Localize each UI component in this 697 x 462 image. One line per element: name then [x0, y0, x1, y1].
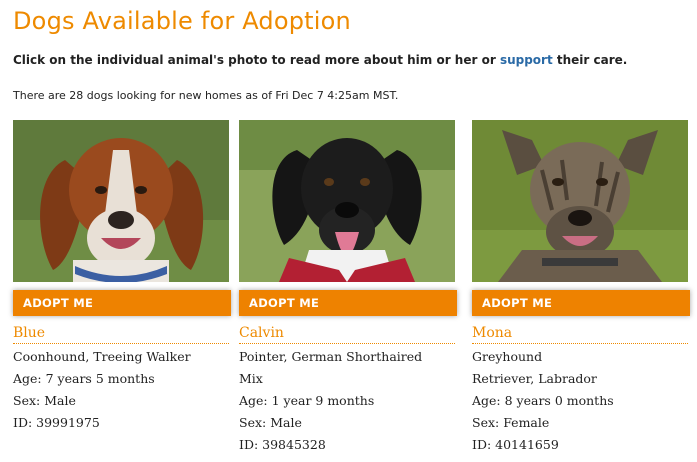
- dog-sex: Sex: Male: [239, 415, 302, 430]
- dog-name-link[interactable]: Calvin: [239, 325, 455, 344]
- dog-age: Age: 1 year 9 months: [239, 393, 375, 408]
- dog-sex: Sex: Male: [13, 393, 76, 408]
- dog-photo-blue[interactable]: [13, 120, 229, 282]
- dog-breed: Coonhound, Treeing Walker: [13, 349, 191, 364]
- dog-eye-left: [95, 186, 107, 194]
- dog-details: Pointer, German Shorthaired Mix Age: 1 y…: [239, 346, 457, 456]
- dog-name-link[interactable]: Blue: [13, 325, 229, 344]
- dog-eye-left: [552, 178, 564, 186]
- dog-collar: [542, 258, 618, 266]
- intro-text-after: their care.: [552, 53, 628, 67]
- dog-nose: [108, 211, 134, 229]
- dog-age: Age: 7 years 5 months: [13, 371, 155, 386]
- intro-text-before: Click on the individual animal's photo t…: [13, 53, 500, 67]
- dog-id: ID: 40141659: [472, 437, 559, 452]
- dog-breed: Pointer, German Shorthaired: [239, 349, 423, 364]
- dog-age: Age: 8 years 0 months: [472, 393, 614, 408]
- intro-text: Click on the individual animal's photo t…: [13, 53, 627, 67]
- dog-card-blue: ADOPT ME Blue Coonhound, Treeing Walker …: [13, 120, 231, 434]
- dog-eye-right: [596, 178, 608, 186]
- dog-eye-left: [324, 178, 334, 186]
- page-title: Dogs Available for Adoption: [13, 7, 351, 35]
- adopt-me-button[interactable]: ADOPT ME: [472, 290, 690, 316]
- dog-eye-right: [135, 186, 147, 194]
- dog-sex: Sex: Female: [472, 415, 550, 430]
- dog-card-calvin: ADOPT ME Calvin Pointer, German Shorthai…: [239, 120, 457, 456]
- dog-eye-right: [360, 178, 370, 186]
- adopt-me-button[interactable]: ADOPT ME: [239, 290, 457, 316]
- dog-breed: Greyhound: [472, 349, 543, 364]
- dog-photo-mona[interactable]: [472, 120, 688, 282]
- dog-name-link[interactable]: Mona: [472, 325, 688, 344]
- dog-details: Greyhound Retriever, Labrador Age: 8 yea…: [472, 346, 690, 456]
- adopt-me-button[interactable]: ADOPT ME: [13, 290, 231, 316]
- dog-card-mona: ADOPT ME Mona Greyhound Retriever, Labra…: [472, 120, 690, 456]
- support-link[interactable]: support: [500, 53, 553, 67]
- dog-breed-line-2: Mix: [239, 371, 263, 386]
- dog-nose: [335, 202, 359, 218]
- dog-count-summary: There are 28 dogs looking for new homes …: [13, 89, 399, 102]
- dog-breed-line-2: Retriever, Labrador: [472, 371, 597, 386]
- dog-details: Coonhound, Treeing Walker Age: 7 years 5…: [13, 346, 231, 434]
- dog-id: ID: 39845328: [239, 437, 326, 452]
- dog-photo-calvin[interactable]: [239, 120, 455, 282]
- adoption-page: Dogs Available for Adoption Click on the…: [0, 0, 697, 462]
- dog-id: ID: 39991975: [13, 415, 100, 430]
- dog-nose: [568, 210, 592, 226]
